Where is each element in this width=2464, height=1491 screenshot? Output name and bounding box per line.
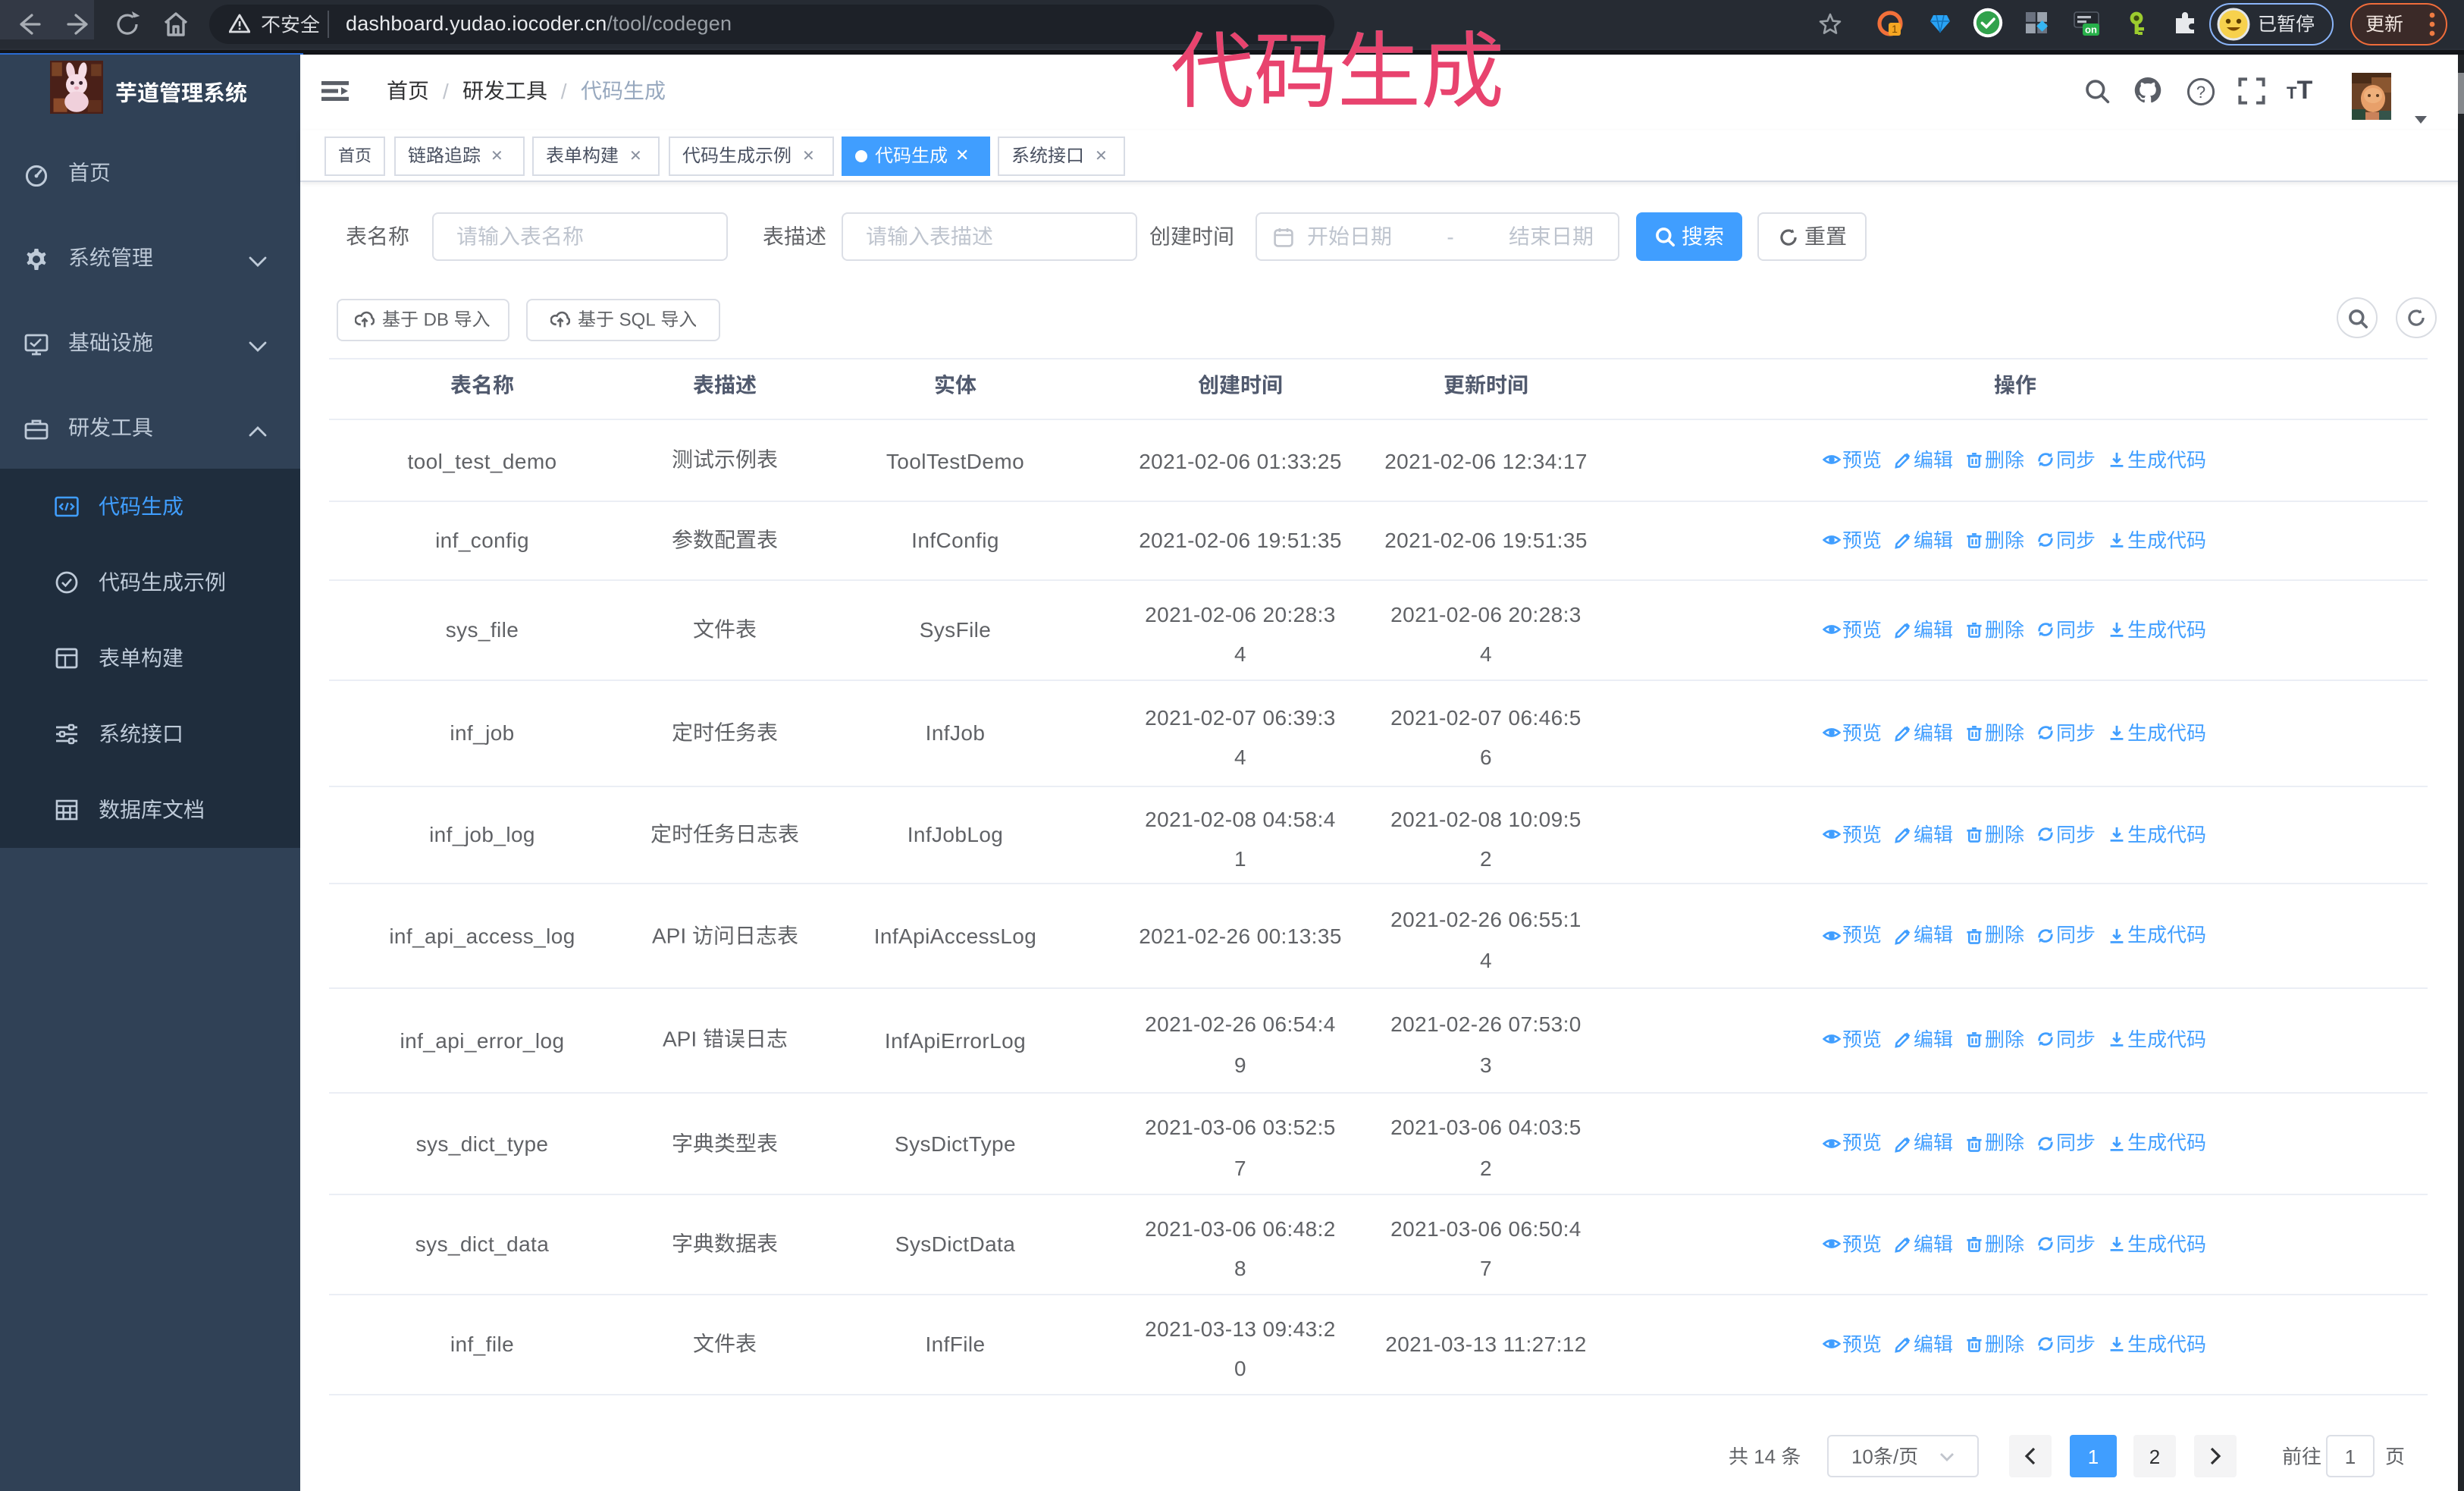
- svg-text:on: on: [2085, 24, 2097, 36]
- svg-text:?: ?: [2196, 83, 2205, 102]
- svg-text:1: 1: [1892, 23, 1898, 35]
